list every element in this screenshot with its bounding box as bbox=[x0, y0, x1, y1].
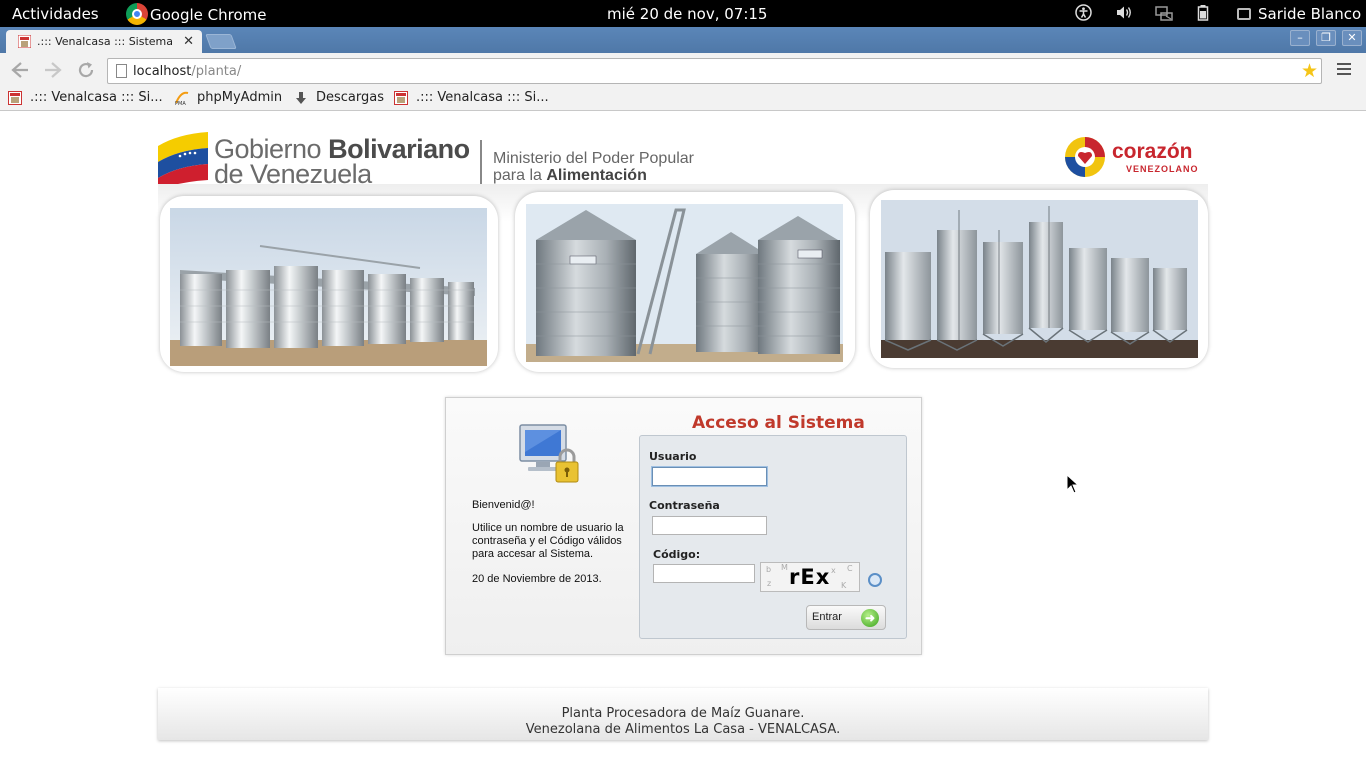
back-arrow-icon[interactable] bbox=[9, 59, 31, 81]
corazon-subtext: VENEZOLANO bbox=[1126, 164, 1199, 174]
corazon-text: corazón bbox=[1112, 140, 1193, 163]
minimize-button[interactable]: – bbox=[1290, 30, 1310, 46]
bookmark-item[interactable]: PMA phpMyAdmin bbox=[175, 90, 282, 105]
computer-lock-icon bbox=[519, 424, 579, 483]
captcha-image: b M x C z K rEx bbox=[760, 562, 860, 592]
tab-strip: .::: Venalcasa ::: Sistema de ✕ – ❐ ✕ bbox=[0, 27, 1366, 53]
forward-arrow-icon[interactable] bbox=[42, 59, 64, 81]
address-bar[interactable]: localhost/planta/ ★ bbox=[107, 58, 1322, 84]
user-icon bbox=[1237, 8, 1251, 20]
chrome-menu-icon[interactable] bbox=[1337, 63, 1351, 78]
site-footer: Planta Procesadora de Maíz Guanare. Vene… bbox=[158, 688, 1208, 740]
accessibility-icon[interactable] bbox=[1075, 4, 1092, 25]
close-tab-icon[interactable]: ✕ bbox=[183, 34, 194, 49]
ministry-title: Ministerio del Poder Popular para la Ali… bbox=[493, 150, 694, 184]
ministry-line2-light: para la bbox=[493, 167, 547, 184]
url-text[interactable]: localhost/planta/ bbox=[133, 64, 241, 79]
login-instructions: Utilice un nombre de usuario la contrase… bbox=[472, 522, 624, 560]
gnome-top-bar: Actividades Google Chrome mié 20 de nov,… bbox=[0, 0, 1366, 27]
close-window-button[interactable]: ✕ bbox=[1342, 30, 1362, 46]
maximize-button[interactable]: ❐ bbox=[1316, 30, 1336, 46]
corazon-venezolano-logo bbox=[1065, 137, 1105, 177]
app-menu[interactable]: Google Chrome bbox=[126, 3, 267, 25]
app-menu-label: Google Chrome bbox=[150, 6, 267, 24]
site-header: Gobierno Bolivariano de Venezuela Minist… bbox=[158, 120, 1208, 373]
captcha-code: rEx bbox=[789, 565, 831, 589]
footer-line2: Venezolana de Alimentos La Casa - VENALC… bbox=[525, 722, 841, 737]
bookmark-item[interactable]: Descargas bbox=[294, 90, 384, 105]
volume-icon[interactable] bbox=[1115, 4, 1133, 25]
silo-photo-frame bbox=[160, 196, 498, 372]
refresh-captcha-icon[interactable] bbox=[868, 573, 882, 587]
header-divider bbox=[480, 140, 482, 184]
browser-toolbar: localhost/planta/ ★ bbox=[0, 53, 1366, 87]
bookmarks-bar: .::: Venalcasa ::: Si... PMA phpMyAdmin … bbox=[0, 87, 1366, 111]
bookmark-label: .::: Venalcasa ::: Si... bbox=[416, 90, 549, 105]
new-tab-button[interactable] bbox=[205, 34, 237, 49]
chrome-icon bbox=[126, 3, 148, 25]
silo-photo bbox=[526, 204, 843, 362]
login-panel: Bienvenid@! Utilice un nombre de usuario… bbox=[445, 397, 922, 655]
clock[interactable]: mié 20 de nov, 07:15 bbox=[607, 5, 767, 23]
enter-button-label: Entrar bbox=[812, 611, 842, 623]
code-label: Código: bbox=[653, 548, 701, 561]
mouse-cursor-icon bbox=[1066, 474, 1080, 494]
password-input[interactable] bbox=[652, 516, 767, 535]
password-label: Contraseña bbox=[649, 499, 720, 512]
venalcasa-favicon bbox=[8, 90, 22, 105]
silo-banner bbox=[158, 184, 1208, 372]
silo-photo bbox=[170, 208, 487, 366]
current-date: 20 de Noviembre de 2013. bbox=[472, 573, 602, 585]
gov-title: Gobierno Bolivariano de Venezuela bbox=[214, 136, 470, 188]
captcha-input[interactable] bbox=[653, 564, 755, 583]
username-label: Usuario bbox=[649, 450, 697, 463]
battery-icon[interactable] bbox=[1197, 4, 1209, 25]
bookmark-label: phpMyAdmin bbox=[197, 90, 283, 105]
bookmark-label: .::: Venalcasa ::: Si... bbox=[30, 90, 163, 105]
login-form: Usuario Contraseña Código: b M x C z K r… bbox=[639, 435, 907, 639]
welcome-text: Bienvenid@! bbox=[472, 499, 535, 511]
phpmyadmin-icon: PMA bbox=[175, 91, 189, 105]
user-menu[interactable]: Saride Blanco bbox=[1237, 5, 1361, 23]
url-path: /planta/ bbox=[191, 64, 242, 79]
download-icon bbox=[296, 91, 306, 104]
bookmark-item[interactable]: .::: Venalcasa ::: Si... bbox=[394, 90, 549, 105]
page-icon bbox=[116, 64, 127, 78]
activities-button[interactable]: Actividades bbox=[12, 5, 99, 23]
username-input[interactable] bbox=[652, 467, 767, 486]
venalcasa-favicon bbox=[18, 35, 31, 48]
network-icon[interactable] bbox=[1155, 4, 1173, 25]
login-title: Acceso al Sistema bbox=[692, 413, 865, 433]
svg-text:PMA: PMA bbox=[175, 101, 186, 105]
browser-tab[interactable]: .::: Venalcasa ::: Sistema de ✕ bbox=[6, 30, 202, 53]
arrow-right-icon: ➜ bbox=[861, 609, 879, 627]
bookmark-label: Descargas bbox=[316, 90, 385, 105]
ministry-line2-bold: Alimentación bbox=[546, 167, 647, 184]
silo-photo-frame bbox=[870, 190, 1208, 368]
enter-button[interactable]: Entrar ➜ bbox=[806, 605, 886, 630]
bookmark-item[interactable]: .::: Venalcasa ::: Si... bbox=[8, 90, 163, 105]
user-name: Saride Blanco bbox=[1258, 5, 1362, 23]
silo-photo-frame bbox=[515, 192, 855, 372]
url-host: localhost bbox=[133, 64, 192, 79]
tab-title: .::: Venalcasa ::: Sistema de bbox=[37, 35, 177, 48]
reload-icon[interactable] bbox=[75, 59, 97, 81]
footer-line1: Planta Procesadora de Maíz Guanare. bbox=[561, 706, 805, 721]
venezuela-flag-logo bbox=[158, 132, 208, 186]
bookmark-star-icon[interactable]: ★ bbox=[1301, 60, 1318, 82]
venalcasa-favicon bbox=[394, 90, 408, 105]
silo-photo bbox=[881, 200, 1198, 358]
ministry-line1: Ministerio del Poder Popular bbox=[493, 150, 694, 167]
